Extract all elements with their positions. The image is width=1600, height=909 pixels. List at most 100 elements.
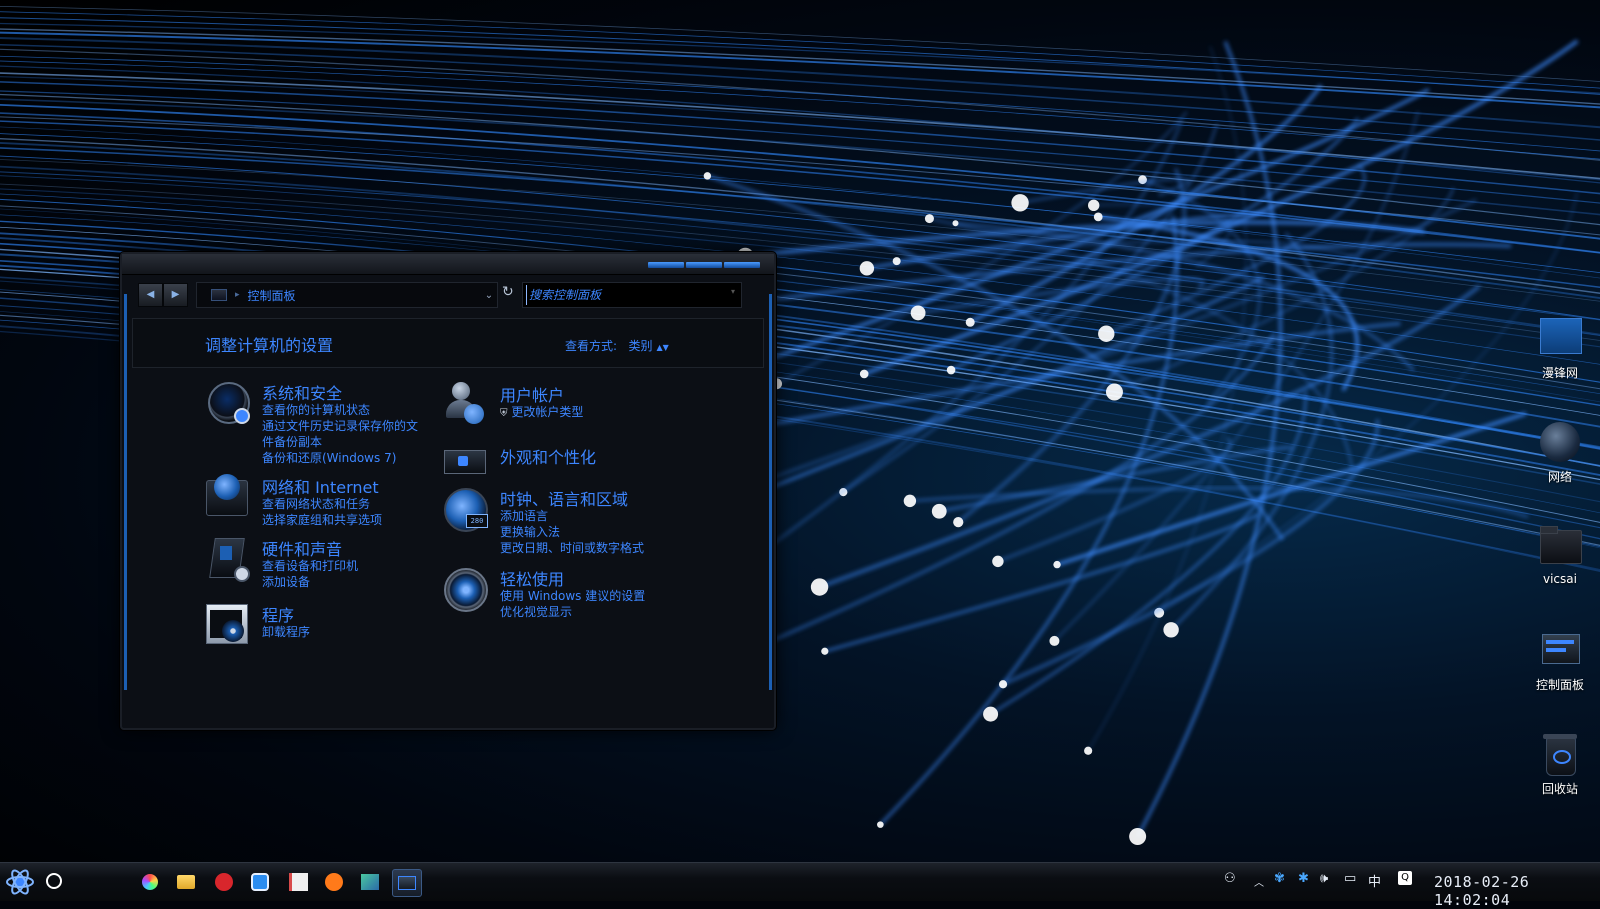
link-view-computer-status[interactable]: 查看你的计算机状态 bbox=[262, 402, 418, 418]
category-title[interactable]: 程序 bbox=[262, 602, 294, 626]
wallpaper-fiber-tip bbox=[1093, 212, 1103, 222]
category-links: 查看设备和打印机 添加设备 bbox=[262, 558, 358, 590]
category-title[interactable]: 时钟、语言和区域 bbox=[500, 486, 628, 510]
taskbar-app-image-editor[interactable] bbox=[356, 869, 384, 895]
category-title[interactable]: 网络和 Internet bbox=[262, 474, 379, 498]
control-panel-window[interactable]: ◀ ▶ ▸ 控制面板 ⌄ ↻ ▾ 调整计算机的设置 查看方式: 类别▲▼ bbox=[120, 252, 776, 730]
view-by-dropdown[interactable]: 类别 ▲▼ bbox=[629, 339, 669, 353]
start-button[interactable] bbox=[4, 866, 36, 898]
link-optimize-visual-display[interactable]: 优化视觉显示 bbox=[500, 604, 645, 620]
category-links: 查看网络状态和任务 选择家庭组和共享选项 bbox=[262, 496, 382, 528]
link-uninstall-program[interactable]: 卸载程序 bbox=[262, 624, 310, 640]
refresh-icon[interactable]: ↻ bbox=[502, 284, 514, 300]
title-bar[interactable] bbox=[122, 254, 774, 275]
wallpaper-fiber-tip bbox=[1098, 325, 1115, 342]
folder-icon bbox=[1536, 526, 1584, 568]
taskbar-app-orange[interactable] bbox=[320, 869, 348, 895]
view-by-label: 查看方式: bbox=[565, 339, 618, 353]
link-change-input-method[interactable]: 更换输入法 bbox=[500, 524, 644, 540]
wallpaper-fiber-tip bbox=[924, 214, 934, 224]
category-title[interactable]: 外观和个性化 bbox=[500, 444, 596, 468]
wallpaper-fiber-tip bbox=[992, 555, 1004, 568]
link-file-history[interactable]: 通过文件历史记录保存你的文 bbox=[262, 418, 418, 434]
taskbar-app-control-panel[interactable] bbox=[392, 869, 422, 897]
cortana-icon[interactable] bbox=[46, 873, 62, 889]
shield-small-icon: ⛨ bbox=[500, 408, 508, 419]
search-dropdown-icon[interactable]: ▾ bbox=[731, 287, 735, 296]
ease-of-access-icon bbox=[442, 566, 488, 612]
desktop-icon-network[interactable]: 网络 bbox=[1522, 422, 1598, 485]
desktop-icon-label: 回收站 bbox=[1541, 782, 1578, 796]
link-homegroup[interactable]: 选择家庭组和共享选项 bbox=[262, 512, 382, 528]
program-disc-icon bbox=[204, 602, 250, 648]
search-box[interactable]: ▾ bbox=[522, 282, 742, 308]
volume-icon[interactable]: 🕪 bbox=[1320, 871, 1328, 886]
link-add-language[interactable]: 添加语言 bbox=[500, 508, 644, 524]
users-icon bbox=[442, 382, 488, 428]
link-change-date-time-format[interactable]: 更改日期、时间或数字格式 bbox=[500, 540, 644, 556]
wallpaper-fiber-tip bbox=[1129, 827, 1147, 845]
wallpaper-fiber-tip bbox=[983, 706, 999, 722]
taskbar-app-explorer[interactable] bbox=[172, 869, 200, 895]
address-dropdown-icon[interactable]: ⌄ bbox=[481, 290, 497, 301]
wallpaper-fiber bbox=[0, 6, 1600, 82]
blue-square-icon bbox=[1536, 318, 1584, 360]
page-title: 调整计算机的设置 bbox=[205, 336, 334, 355]
back-button[interactable]: ◀ bbox=[138, 283, 163, 307]
ime-indicator[interactable]: 中 bbox=[1368, 871, 1381, 890]
color-wheel-icon bbox=[142, 874, 158, 890]
category-title[interactable]: 轻松使用 bbox=[500, 566, 564, 590]
desktop-icon-control-panel[interactable]: 控制面板 bbox=[1522, 630, 1598, 693]
category-title[interactable]: 硬件和声音 bbox=[262, 536, 342, 560]
category-title[interactable]: 系统和安全 bbox=[262, 380, 342, 404]
wallpaper-fiber-tip bbox=[859, 261, 875, 276]
bluetooth-app-icon[interactable]: ✱ bbox=[1298, 871, 1309, 886]
link-file-history-cont[interactable]: 件备份副本 bbox=[262, 434, 418, 450]
network-tray-icon[interactable]: ▭ bbox=[1344, 871, 1356, 886]
taskbar-app-red[interactable] bbox=[210, 869, 238, 895]
link-devices-printers[interactable]: 查看设备和打印机 bbox=[262, 558, 358, 574]
shield-globe-icon bbox=[204, 380, 250, 426]
window-edge-left bbox=[124, 294, 127, 690]
people-icon[interactable]: ⚇ bbox=[1224, 871, 1236, 886]
notification-app-icon[interactable]: Q bbox=[1398, 871, 1412, 885]
wallpaper-fiber bbox=[0, 37, 1600, 129]
category-title[interactable]: 用户帐户 bbox=[500, 382, 564, 406]
window-controls bbox=[648, 262, 760, 268]
wallpaper-fiber-tip bbox=[998, 680, 1008, 689]
link-backup-restore[interactable]: 备份和还原(Windows 7) bbox=[262, 450, 418, 466]
desktop-icon-vicsai[interactable]: vicsai bbox=[1522, 526, 1598, 586]
breadcrumb-control-panel[interactable]: 控制面板 bbox=[248, 287, 481, 304]
desktop-icon-recycle-bin[interactable]: 回收站 bbox=[1522, 734, 1598, 797]
nav-buttons: ◀ ▶ bbox=[138, 283, 188, 307]
wallpaper-fiber-tip bbox=[965, 317, 975, 327]
wallpaper-fiber-tip bbox=[931, 503, 947, 519]
link-network-status[interactable]: 查看网络状态和任务 bbox=[262, 496, 382, 512]
tray-app-icon[interactable]: ✾ bbox=[1274, 871, 1285, 886]
wallpaper-fiber-tip bbox=[946, 365, 956, 375]
control-panel-icon bbox=[1536, 630, 1584, 672]
maximize-button[interactable] bbox=[686, 262, 722, 268]
toolbar: ◀ ▶ ▸ 控制面板 ⌄ ↻ ▾ bbox=[136, 280, 758, 308]
network-globe-icon bbox=[1536, 422, 1584, 464]
close-button[interactable] bbox=[724, 262, 760, 268]
link-add-device[interactable]: 添加设备 bbox=[262, 574, 358, 590]
search-input[interactable] bbox=[526, 285, 727, 305]
taskbar-app-teamviewer[interactable] bbox=[246, 869, 274, 895]
taskbar-app-color[interactable] bbox=[136, 869, 164, 895]
show-hidden-icons-chevron-icon[interactable]: ︿ bbox=[1254, 874, 1264, 889]
clock-globe-icon: 280 bbox=[442, 486, 488, 532]
taskbar-clock[interactable]: 2018-02-26 14:02:04 bbox=[1434, 873, 1600, 909]
address-bar[interactable]: ▸ 控制面板 ⌄ bbox=[196, 282, 498, 308]
desktop-icon-label: 网络 bbox=[1547, 470, 1572, 484]
teamviewer-icon bbox=[251, 873, 269, 891]
link-windows-recommended-settings[interactable]: 使用 Windows 建议的设置 bbox=[500, 588, 645, 604]
taskbar-app-notepad[interactable] bbox=[284, 869, 312, 895]
wallpaper-fiber-tip bbox=[1084, 746, 1093, 755]
wallpaper-fiber bbox=[0, 31, 1600, 109]
desktop-icon-manfeng[interactable]: 漫锋网 bbox=[1522, 318, 1598, 381]
desktop-icon-label: 漫锋网 bbox=[1541, 366, 1578, 380]
forward-button[interactable]: ▶ bbox=[163, 283, 188, 307]
link-change-account-type[interactable]: ⛨ 更改帐户类型 bbox=[500, 404, 583, 422]
minimize-button[interactable] bbox=[648, 262, 684, 268]
